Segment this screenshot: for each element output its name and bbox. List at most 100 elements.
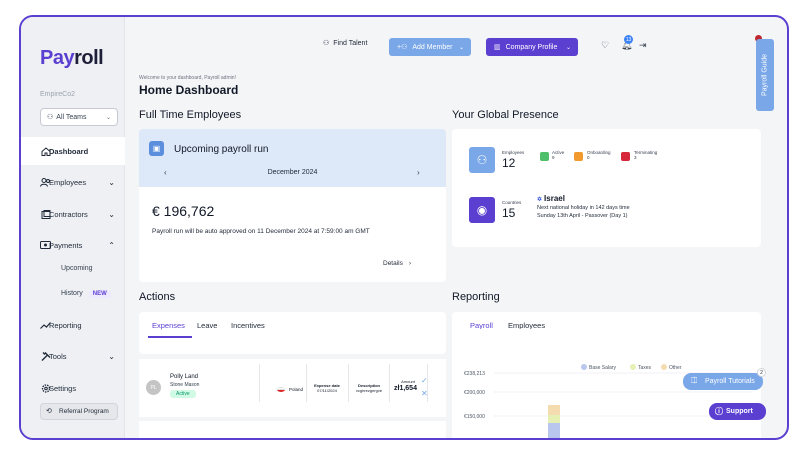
payroll-guide-label: Payroll Guide (761, 53, 769, 97)
briefcase-icon (40, 209, 51, 220)
tab-expenses[interactable]: Expenses (152, 321, 185, 330)
tutorials-label: Payroll Tutorials (705, 378, 755, 385)
terminating-stat: Terminating 3 (634, 150, 658, 160)
status-badge: Active (170, 390, 196, 398)
tools-icon (40, 351, 51, 362)
employee-role: Stone Mason (170, 382, 200, 388)
actions-section-title: Actions (139, 291, 176, 303)
sidebar-item-tools[interactable]: Tools ⌄ (21, 342, 125, 370)
gear-icon (40, 383, 51, 394)
sidebar-item-label: Employees (49, 177, 87, 187)
y-tick-label: €200,000 (464, 390, 485, 396)
terminating-marker (621, 152, 630, 161)
payment-icon (40, 240, 51, 251)
sidebar: Payroll EmpireCo2 ⚇ All Teams ⌄ Dashboar… (21, 17, 125, 438)
legend-marker (630, 364, 636, 370)
employees-label: Employees (502, 150, 525, 155)
active-marker (540, 152, 549, 161)
active-stat: Active 9 (552, 150, 565, 160)
expense-amount-label: Amount (401, 379, 415, 384)
divider (348, 364, 349, 402)
sidebar-item-reporting[interactable]: Reporting (21, 311, 125, 339)
expense-description: Description vcghrezgergve (355, 383, 383, 393)
chevron-down-icon: ⌄ (108, 351, 115, 361)
bar-other (548, 405, 560, 415)
sidebar-item-employees[interactable]: Employees ⌄ (21, 168, 125, 196)
legend-label: Other (669, 365, 682, 371)
teams-select[interactable]: ⚇ All Teams ⌄ (40, 108, 118, 126)
sidebar-subitem-history[interactable]: History NEW (61, 290, 111, 298)
sidebar-item-dashboard[interactable]: Dashboard (21, 137, 125, 165)
page-title: Home Dashboard (139, 83, 239, 97)
sidebar-item-label: Contractors (49, 209, 88, 219)
payroll-amount: € 196,762 (152, 203, 215, 219)
sidebar-item-settings[interactable]: Settings (21, 374, 125, 402)
payroll-guide-tab[interactable]: Payroll Guide (756, 39, 774, 111)
tab-incentives[interactable]: Incentives (231, 321, 265, 330)
next-month-icon[interactable]: › (417, 168, 420, 177)
sidebar-item-payments[interactable]: Payments ⌃ (21, 231, 125, 259)
details-link[interactable]: Details › (383, 260, 411, 267)
logo[interactable]: Payroll (40, 47, 104, 70)
details-label: Details (383, 260, 403, 267)
employees-icon: ⚇ (469, 147, 495, 173)
onboarding-stat: Onboarding 0 (587, 150, 611, 160)
tutorials-count: 2 (757, 368, 766, 377)
employees-count: 12 (502, 156, 516, 170)
tab-expenses-underline (148, 336, 192, 338)
expense-country: Poland (289, 387, 304, 392)
home-icon (40, 146, 51, 157)
payroll-run-title: Upcoming payroll run (174, 144, 269, 155)
global-presence-card (452, 129, 761, 247)
global-section-title: Your Global Presence (452, 109, 559, 121)
tab-leave[interactable]: Leave (197, 321, 217, 330)
country-name: ✡ Israel (537, 194, 565, 203)
chevron-down-icon: ⌄ (105, 114, 111, 121)
find-talent-button[interactable]: ⚇ Find Talent (323, 39, 367, 47)
support-button[interactable]: ⓘ Support (709, 403, 766, 420)
help-icon: ⓘ (715, 407, 723, 416)
divider (259, 364, 260, 402)
y-tick-label: €238,213 (464, 371, 485, 377)
reporting-section-title: Reporting (452, 291, 500, 303)
company-profile-label: Company Profile (505, 43, 558, 51)
chevron-right-icon: › (408, 260, 412, 267)
bar-base-salary (548, 423, 560, 438)
countries-label: Countries (502, 200, 522, 205)
divider (306, 364, 307, 402)
sidebar-item-label: Settings (49, 383, 77, 393)
app-frame: Payroll EmpireCo2 ⚇ All Teams ⌄ Dashboar… (19, 15, 789, 440)
chevron-down-icon: ⌄ (108, 177, 115, 187)
prev-month-icon[interactable]: ‹ (164, 168, 167, 177)
y-tick-label: €150,000 (464, 414, 485, 420)
actions-tabs-card (139, 312, 446, 354)
referral-program-button[interactable]: ⟲ Referral Program (40, 403, 118, 420)
add-member-button[interactable]: +⚇ Add Member ⌄ (389, 38, 471, 56)
approve-icon[interactable]: ✓ (421, 376, 428, 385)
divider (389, 364, 390, 402)
reject-icon[interactable]: ✕ (421, 389, 428, 398)
sidebar-item-contractors[interactable]: Contractors ⌄ (21, 200, 125, 228)
teams-label: All Teams (56, 113, 87, 121)
book-icon: ⎅ (691, 376, 698, 385)
handshake-icon: ⟲ (46, 408, 52, 415)
legend-label: Taxes (638, 365, 652, 371)
employee-name: Polly Land (170, 374, 199, 380)
holiday-info: Next national holiday in 142 days time Su… (537, 205, 630, 219)
sidebar-subitem-upcoming[interactable]: Upcoming (61, 265, 93, 272)
chevron-down-icon: ⌄ (108, 209, 115, 219)
chevron-up-icon: ⌃ (108, 240, 115, 250)
company-name: EmpireCo2 (40, 91, 76, 98)
legend-marker (661, 364, 667, 370)
payroll-tutorials-button[interactable]: ⎅ Payroll Tutorials (683, 373, 763, 390)
countries-count: 15 (502, 206, 516, 220)
chevron-down-icon: ⌄ (458, 44, 464, 51)
company-profile-button[interactable]: ▥ Company Profile ⌄ (486, 38, 578, 56)
logout-icon[interactable]: ⇥ (639, 40, 647, 51)
lightbulb-icon[interactable]: ♡ (601, 40, 609, 51)
payroll-month: December 2024 (267, 169, 318, 176)
sidebar-item-label: Dashboard (49, 146, 89, 156)
talent-icon: ⚇ (323, 40, 330, 47)
payroll-icon: ▣ (149, 141, 164, 156)
payroll-run-header (139, 129, 446, 187)
